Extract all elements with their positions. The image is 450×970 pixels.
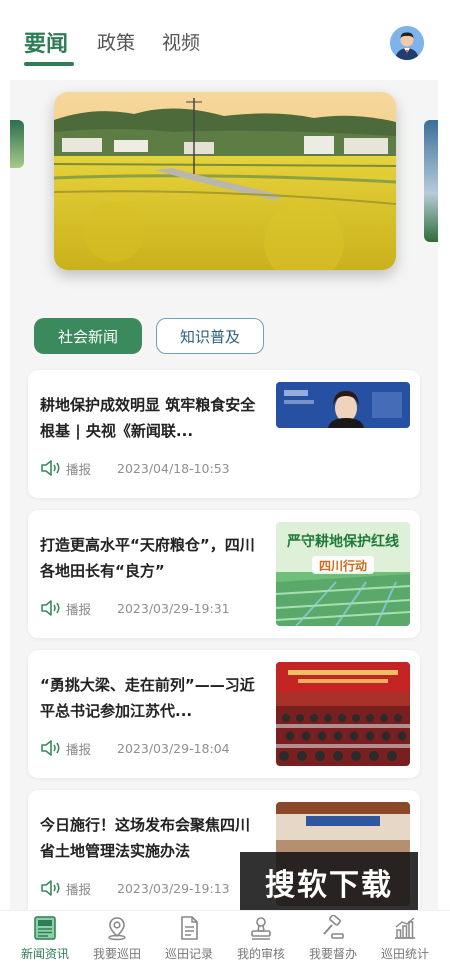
nav-item-patrol-records[interactable]: 巡田记录 bbox=[154, 915, 224, 962]
broadcast-label[interactable]: 播报 bbox=[66, 599, 91, 618]
banner-prev-peek[interactable] bbox=[10, 120, 24, 168]
news-date: 2023/03/29-19:13 bbox=[117, 880, 230, 896]
location-icon bbox=[108, 917, 126, 941]
news-title: “勇挑大梁、走在前列”——习近平总书记参加江苏代... bbox=[40, 676, 255, 720]
nav-label: 巡田统计 bbox=[380, 947, 429, 961]
news-title: 打造更高水平“天府粮仓”，四川各地田长有“良方” bbox=[40, 536, 255, 580]
user-avatar-icon[interactable] bbox=[390, 26, 424, 60]
watermark-overlay: 搜软下载 bbox=[240, 852, 418, 912]
news-thumbnail: 严守耕地保护红线 四川行动 bbox=[276, 522, 410, 626]
speaker-icon[interactable] bbox=[40, 599, 62, 617]
category-chip-social-news[interactable]: 社会新闻 bbox=[34, 318, 142, 354]
news-icon bbox=[34, 916, 56, 940]
speaker-icon[interactable] bbox=[40, 459, 62, 477]
tab-video[interactable]: 视频 bbox=[162, 28, 200, 55]
nav-label: 巡田记录 bbox=[164, 947, 213, 961]
news-thumbnail bbox=[276, 662, 410, 766]
news-card[interactable]: 打造更高水平“天府粮仓”，四川各地田长有“良方” 播报 2023/03/29-1… bbox=[28, 510, 420, 638]
nav-label: 我要督办 bbox=[308, 947, 357, 961]
stamp-icon bbox=[251, 917, 271, 940]
active-tab-indicator bbox=[24, 62, 74, 66]
news-card[interactable]: “勇挑大梁、走在前列”——习近平总书记参加江苏代... 播报 2023/03/2… bbox=[28, 650, 420, 778]
chart-icon bbox=[395, 917, 415, 939]
news-date: 2023/04/18-10:53 bbox=[117, 460, 230, 476]
news-meta: 播报 2023/03/29-18:04 bbox=[40, 738, 230, 758]
nav-label: 我要巡田 bbox=[92, 947, 141, 961]
nav-item-supervise[interactable]: 我要督办 bbox=[298, 915, 368, 962]
news-meta: 播报 2023/03/29-19:31 bbox=[40, 598, 230, 618]
banner-image-rapeseed-field[interactable] bbox=[54, 92, 396, 270]
bottom-navigation: 新闻资讯 我要巡田 巡田记录 我的审核 我要督办 巡田统计 bbox=[0, 910, 450, 970]
news-meta: 播报 2023/03/29-19:13 bbox=[40, 878, 230, 898]
nav-item-patrol-stats[interactable]: 巡田统计 bbox=[370, 915, 440, 962]
news-meta: 播报 2023/04/18-10:53 bbox=[40, 458, 230, 478]
gavel-icon bbox=[323, 915, 344, 939]
nav-item-news[interactable]: 新闻资讯 bbox=[10, 915, 80, 962]
tab-policy[interactable]: 政策 bbox=[97, 28, 135, 55]
thumb-headline: 严守耕地保护红线 bbox=[286, 533, 399, 550]
tab-news-highlights[interactable]: 要闻 bbox=[24, 26, 68, 58]
news-title: 耕地保护成效明显 筑牢粮食安全根基 | 央视《新闻联... bbox=[40, 396, 256, 440]
broadcast-label[interactable]: 播报 bbox=[66, 879, 91, 898]
broadcast-label[interactable]: 播报 bbox=[66, 739, 91, 758]
news-thumbnail bbox=[276, 382, 410, 428]
speaker-icon[interactable] bbox=[40, 739, 62, 757]
nav-item-patrol[interactable]: 我要巡田 bbox=[82, 915, 152, 962]
nav-label: 我的审核 bbox=[236, 947, 285, 961]
broadcast-label[interactable]: 播报 bbox=[66, 459, 91, 478]
news-date: 2023/03/29-18:04 bbox=[117, 740, 230, 756]
speaker-icon[interactable] bbox=[40, 879, 62, 897]
news-date: 2023/03/29-19:31 bbox=[117, 600, 230, 616]
document-icon bbox=[181, 916, 198, 940]
thumb-subheadline: 四川行动 bbox=[319, 558, 367, 573]
banner-next-peek[interactable] bbox=[424, 120, 438, 242]
content-area: 社会新闻 知识普及 耕地保护成效明显 筑牢粮食安全根基 | 央视《新闻联... … bbox=[10, 80, 438, 918]
nav-label: 新闻资讯 bbox=[20, 947, 69, 961]
category-chip-knowledge[interactable]: 知识普及 bbox=[156, 318, 264, 354]
news-card[interactable]: 耕地保护成效明显 筑牢粮食安全根基 | 央视《新闻联... 播报 2023/04… bbox=[28, 370, 420, 498]
nav-item-my-review[interactable]: 我的审核 bbox=[226, 915, 296, 962]
top-tab-bar: 要闻 政策 视频 bbox=[0, 0, 450, 80]
news-title: 今日施行！这场发布会聚焦四川省土地管理法实施办法 bbox=[40, 816, 251, 860]
